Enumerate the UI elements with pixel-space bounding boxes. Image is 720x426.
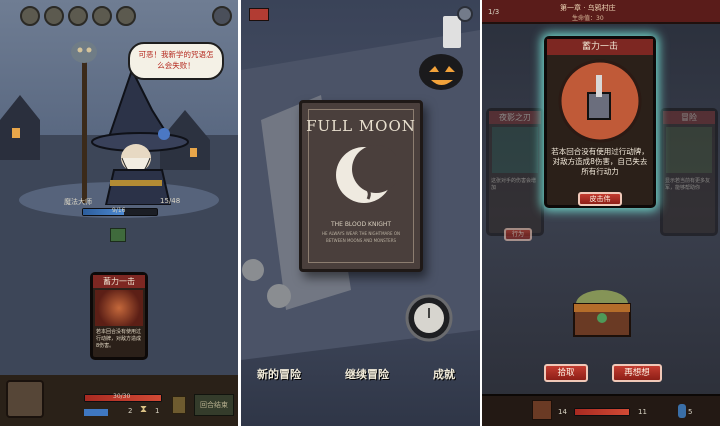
bg-card-right: 冒险 显示若当前有更多友军，能够帮助你 (660, 108, 718, 236)
bg-card-left-button: 行为 (504, 228, 532, 241)
bottom-hp-bar (574, 408, 630, 416)
enemy-hp-text: 9/16 (112, 207, 126, 214)
helmet-icon[interactable] (44, 6, 64, 26)
mana-bar (84, 409, 108, 416)
end-turn-button[interactable]: 回合结束 (194, 394, 234, 416)
player-hp-text: 30/30 (113, 393, 131, 400)
speech-bubble: 可恶！我新学的咒语怎么会失败！ (128, 42, 224, 80)
candle-icon (441, 14, 463, 50)
reward-card-button[interactable]: 皮击伟 (578, 192, 622, 206)
continue-adventure-button[interactable]: 继续冒险 (345, 366, 389, 382)
hourglass-icon: ⧗ (140, 404, 148, 415)
hand-card[interactable]: 蓄力一击 若本回合没有使用过行动牌，对敌方造成8伤害。 (90, 272, 148, 360)
moon-emblem-icon (336, 145, 396, 203)
moon-icon[interactable] (116, 6, 136, 26)
header-progress: 1/3 (488, 8, 500, 16)
reward-screen: 1/3 第一章 · 乌鸦村庄 生命值：30 夜影之刃 这张对手的伤害会增加 行为… (482, 0, 720, 426)
header-subtitle: 生命值：30 (572, 15, 604, 22)
reward-card[interactable]: 蓄力一击 若本回合没有使用过行动牌，对敌方造成8伤害，自己失去所有行动力 (544, 36, 656, 208)
reward-card-text: 若本回合没有使用过行动牌，对敌方造成8伤害，自己失去所有行动力 (551, 147, 649, 176)
player-stat-right: 1 (155, 407, 160, 415)
bottom-mid-value: 11 (638, 408, 647, 416)
claw-icon[interactable] (68, 6, 88, 26)
bg-card-left: 夜影之刃 这张对手的伤害会增加 (486, 108, 544, 236)
think-again-button[interactable]: 再想想 (612, 364, 662, 382)
book-title: FULL MOON (306, 117, 416, 135)
achievements-button[interactable]: 成就 (433, 366, 455, 382)
treasure-chest[interactable] (562, 282, 642, 342)
skull-icon[interactable] (20, 6, 40, 26)
chest-icon[interactable] (172, 396, 186, 414)
crest-icon (110, 228, 126, 242)
card-title: 蓄力一击 (93, 275, 145, 288)
crest-icon[interactable] (92, 6, 112, 26)
battle-screen: 可恶！我新学的咒语怎么会失败！ 魔法大师 15/48 9/16 蓄力一击 若本回… (0, 0, 238, 426)
bottom-left-value: 14 (558, 408, 567, 416)
header-title: 第一章 · 乌鸦村庄 (560, 4, 616, 12)
pocket-watch-icon (405, 294, 453, 342)
bg-card-right-title: 冒险 (663, 111, 715, 124)
bg-card-right-text: 显示若当前有更多友军，能够帮助你 (665, 178, 711, 191)
book-subtitle: THE BLOOD KNIGHT (330, 221, 392, 228)
card-text: 若本回合没有使用过行动牌，对敌方造成8伤害。 (96, 329, 142, 349)
bottom-right-value: 5 (688, 408, 693, 416)
crest-icon[interactable] (532, 400, 552, 420)
take-button[interactable]: 拾取 (544, 364, 588, 382)
book-caption-1: HE ALWAYS WEAR THE NIGHTMARE ON (322, 231, 400, 236)
card-art (95, 290, 143, 326)
bg-card-left-title: 夜影之刃 (489, 111, 541, 124)
potion-icon[interactable] (678, 404, 686, 418)
deck-pile[interactable] (6, 380, 44, 418)
reward-card-art (558, 59, 642, 143)
book-caption-2: BETWEEN MOONS AND MONSTERS (325, 238, 397, 243)
reward-card-title: 蓄力一击 (547, 39, 653, 55)
player-stat-left: 2 (128, 407, 133, 415)
gear-icon[interactable] (212, 6, 232, 26)
pumpkin-icon (419, 54, 463, 90)
chest-icon (632, 272, 646, 286)
enemy-status-value: 15/48 (160, 197, 181, 205)
camera-icon[interactable] (249, 8, 269, 21)
storybook: FULL MOON THE BLOOD KNIGHT HE ALWAYS WEA… (299, 100, 423, 272)
bg-card-left-text: 这张对手的伤害会增加 (491, 178, 537, 191)
enemy-name: 魔法大师 (64, 198, 92, 206)
main-menu-screen: FULL MOON THE BLOOD KNIGHT HE ALWAYS WEA… (241, 0, 480, 426)
speech-text: 可恶！我新学的咒语怎么会失败！ (138, 50, 214, 70)
new-adventure-button[interactable]: 新的冒险 (257, 366, 301, 382)
